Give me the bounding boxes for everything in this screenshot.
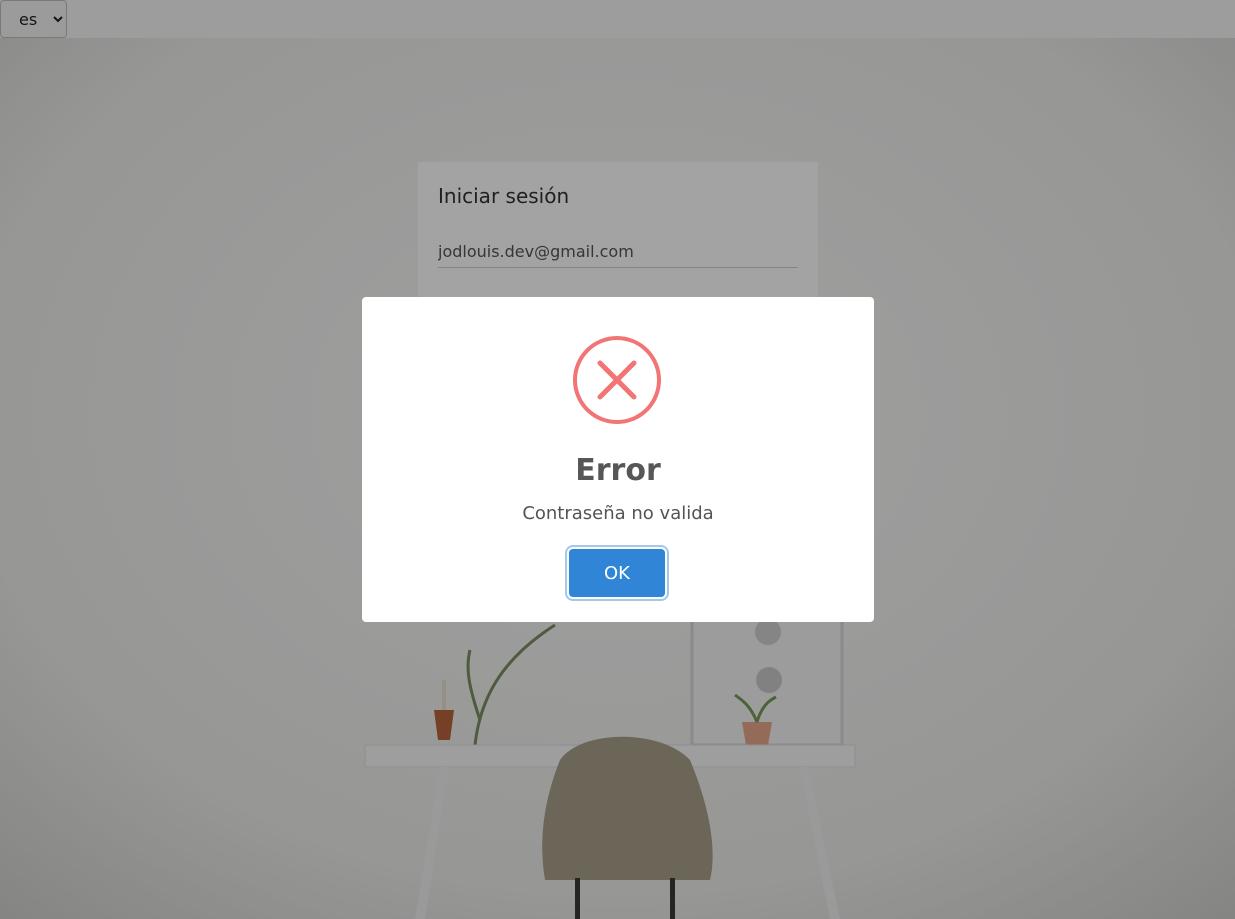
- dialog-title: Error: [575, 453, 661, 488]
- ok-button[interactable]: OK: [569, 549, 665, 597]
- error-x-icon: [573, 336, 661, 424]
- dialog-message: Contraseña no valida: [522, 503, 714, 524]
- error-dialog: Error Contraseña no valida OK: [362, 297, 874, 622]
- page: es Iniciar sesión Error Contraseña no va…: [0, 0, 1235, 919]
